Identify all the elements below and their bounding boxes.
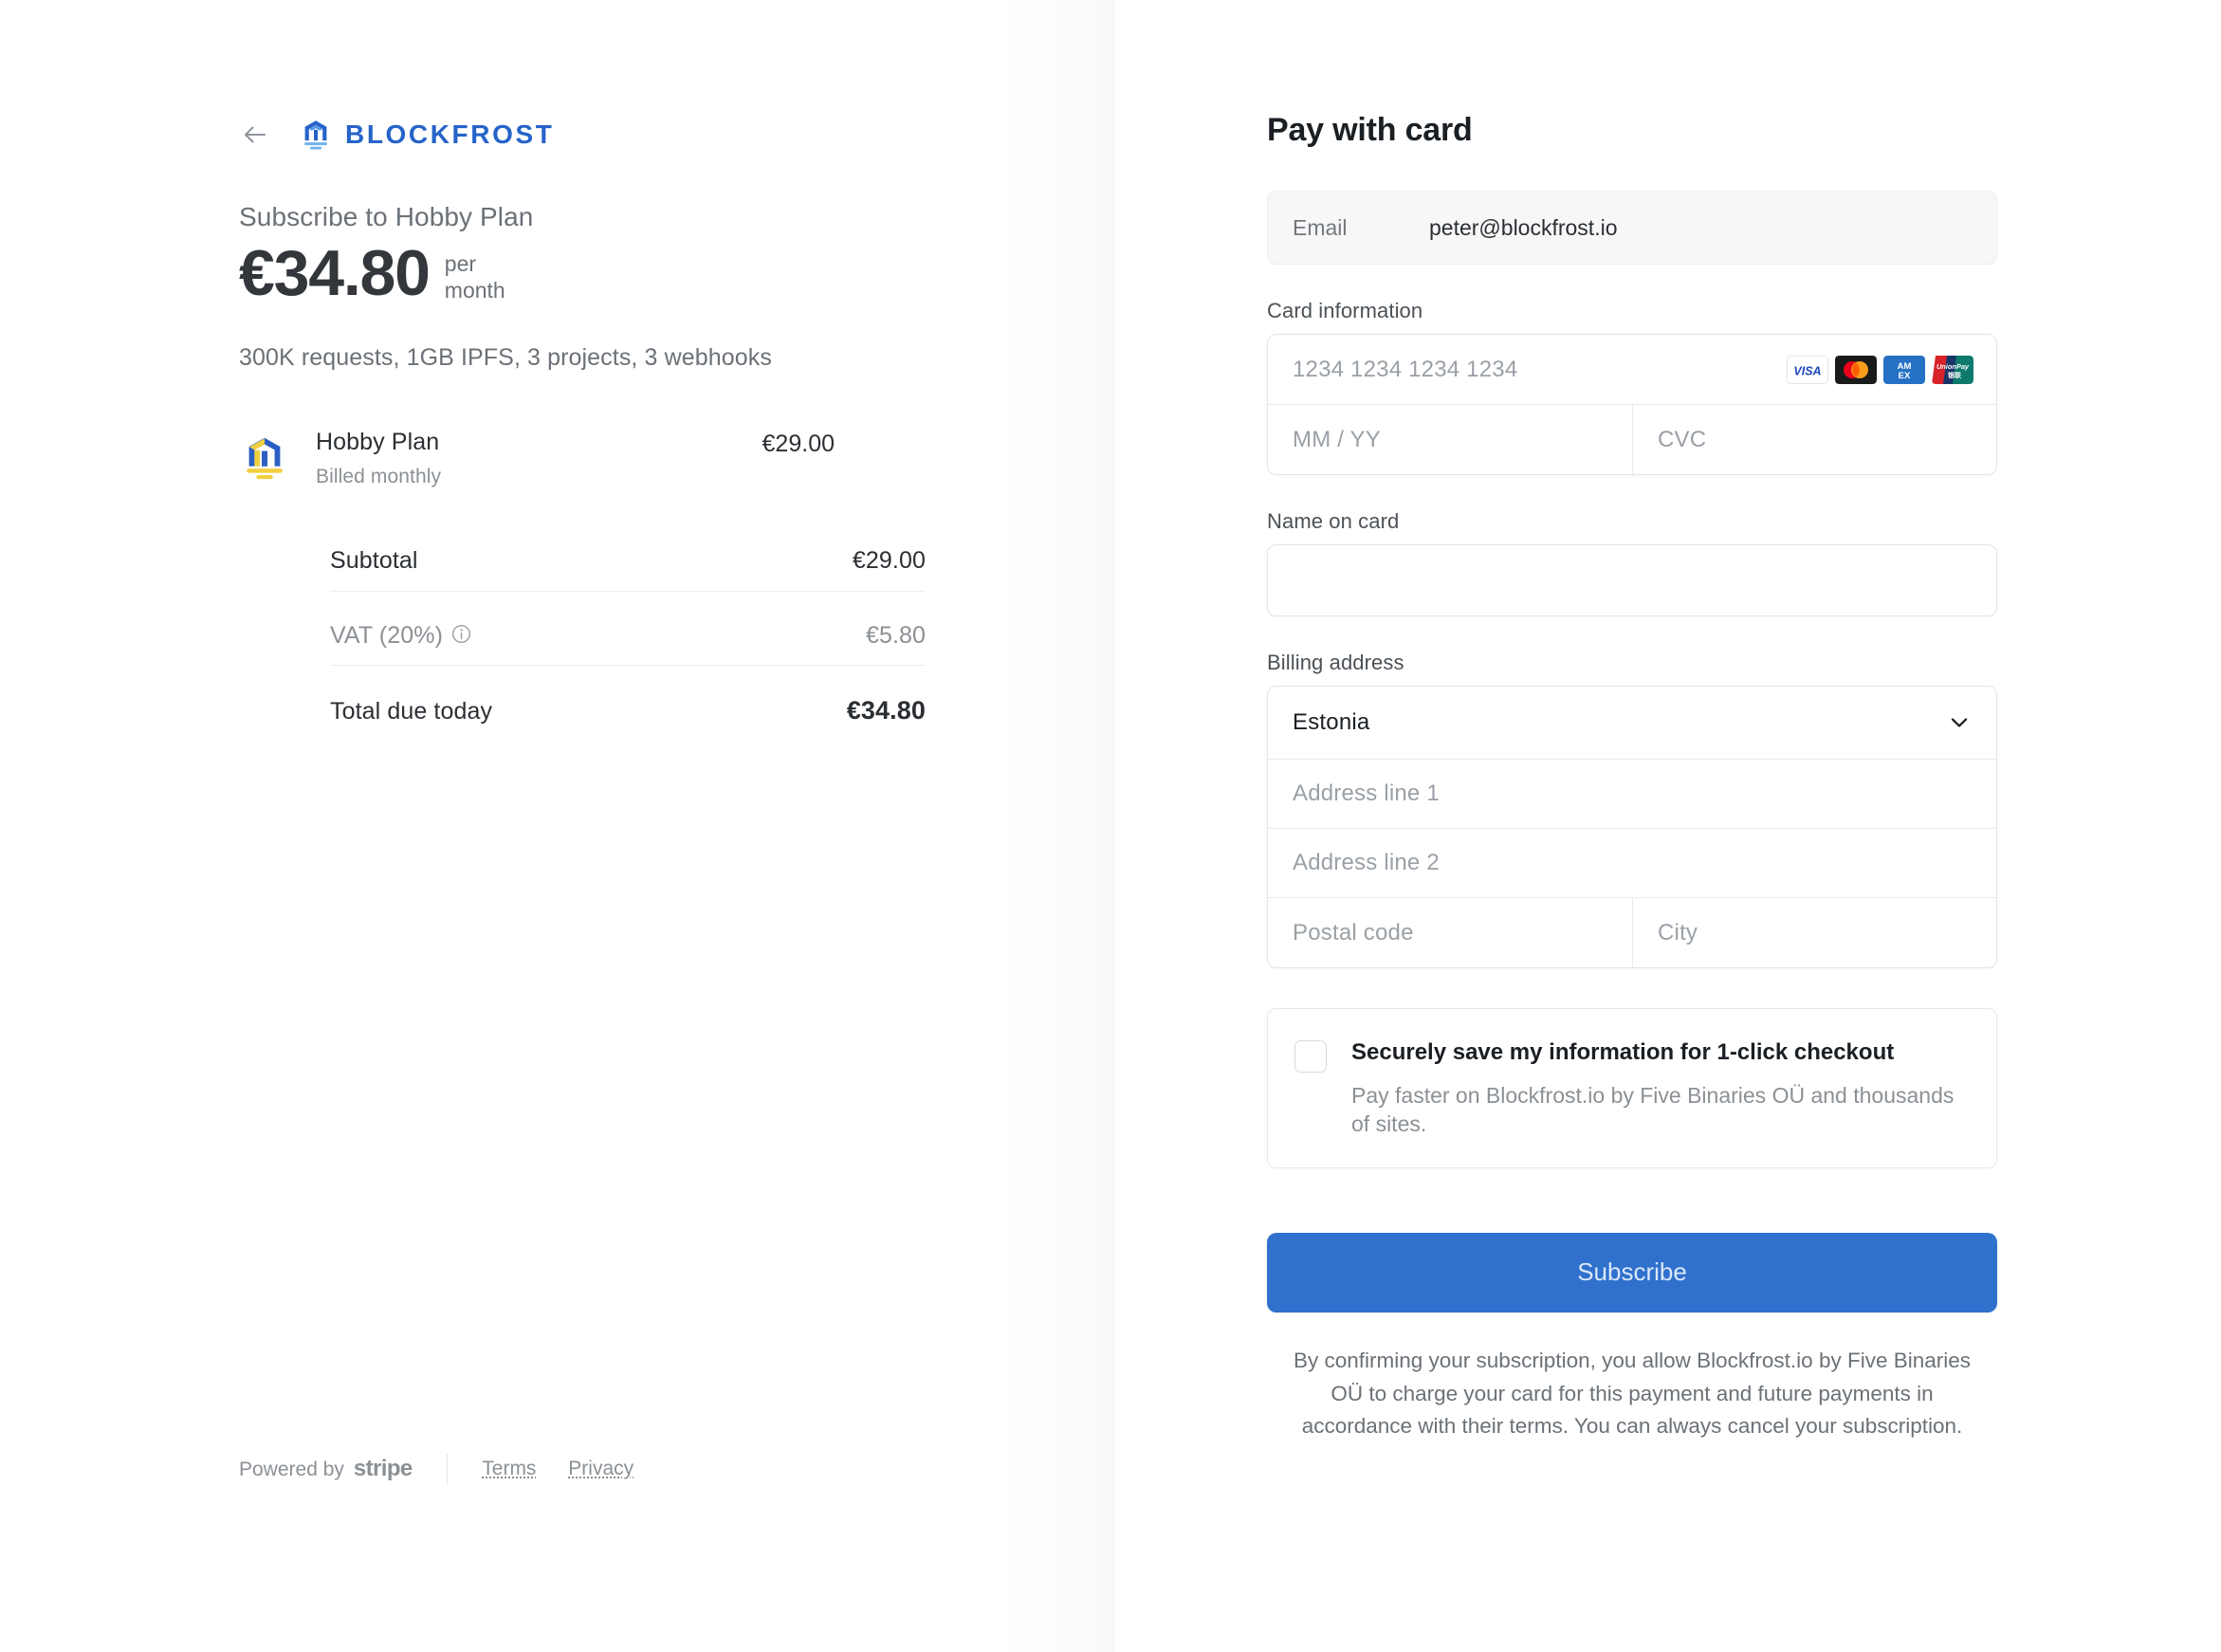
price-block: €34.80 per month: [239, 240, 960, 307]
arrow-left-icon[interactable]: [239, 119, 271, 151]
footer: Powered by stripe Terms Privacy: [239, 1454, 633, 1484]
vat-label: VAT (20%): [330, 622, 472, 652]
page-title: Subscribe to Hobby Plan: [239, 202, 960, 232]
address-line-1-input[interactable]: Address line 1: [1268, 759, 1996, 828]
amex-icon: AM EX: [1883, 356, 1925, 384]
card-cvc-placeholder: CVC: [1658, 427, 1706, 453]
save-information-subtitle: Pay faster on Blockfrost.io by Five Bina…: [1351, 1081, 1958, 1139]
unionpay-icon: UnionPay 银联: [1932, 356, 1973, 384]
powered-by-stripe[interactable]: Powered by stripe: [239, 1456, 413, 1482]
name-on-card-label: Name on card: [1267, 509, 1997, 534]
price-period: per month: [445, 250, 530, 304]
payment-form-panel: Pay with card Email peter@blockfrost.io …: [1115, 0, 2221, 1652]
email-row[interactable]: Email peter@blockfrost.io: [1267, 191, 1997, 265]
card-expiry-placeholder: MM / YY: [1293, 427, 1381, 453]
card-expiry-input[interactable]: MM / YY: [1268, 405, 1632, 474]
line-item-amount: €29.00: [762, 431, 835, 458]
line-item-sub: Billed monthly: [316, 466, 762, 488]
vat-row: VAT (20%) €5.80: [330, 591, 926, 665]
line-item-name: Hobby Plan: [316, 429, 762, 456]
svg-text:VISA: VISA: [1793, 364, 1821, 377]
info-icon[interactable]: [450, 623, 472, 652]
checkout-page: BLOCKFROST Subscribe to Hobby Plan €34.8…: [0, 0, 2221, 1652]
postal-code-input[interactable]: Postal code: [1268, 898, 1632, 967]
card-information-label: Card information: [1267, 299, 1997, 323]
legal-disclaimer: By confirming your subscription, you all…: [1267, 1345, 1997, 1444]
divider: [447, 1454, 449, 1484]
hobby-plan-icon: [239, 432, 290, 484]
postal-city-row: Postal code City: [1268, 897, 1996, 967]
address-line-2-placeholder: Address line 2: [1293, 850, 1440, 876]
svg-text:UnionPay: UnionPay: [1936, 362, 1970, 371]
save-information-box[interactable]: Securely save my information for 1-click…: [1267, 1008, 1997, 1168]
blockfrost-logo-icon: [298, 117, 334, 153]
price-amount: €34.80: [239, 240, 430, 307]
subtotal-label: Subtotal: [330, 547, 418, 575]
order-summary-panel: BLOCKFROST Subscribe to Hobby Plan €34.8…: [0, 0, 1115, 1652]
vat-label-text: VAT (20%): [330, 622, 443, 649]
brand-header: BLOCKFROST: [239, 116, 960, 154]
card-cvc-input[interactable]: CVC: [1632, 405, 1996, 474]
total-row: Total due today €34.80: [330, 665, 926, 739]
save-information-title: Securely save my information for 1-click…: [1351, 1037, 1939, 1068]
powered-by-label: Powered by: [239, 1459, 344, 1481]
line-items: Hobby Plan Billed monthly €29.00: [239, 429, 835, 488]
chevron-down-icon: [1947, 710, 1972, 735]
mastercard-icon: [1835, 356, 1877, 384]
email-label: Email: [1293, 215, 1429, 241]
list-item: Hobby Plan Billed monthly €29.00: [239, 429, 835, 488]
card-information-group: 1234 1234 1234 1234 VISA: [1267, 334, 1997, 475]
card-number-placeholder: 1234 1234 1234 1234: [1293, 357, 1517, 383]
email-value: peter@blockfrost.io: [1429, 215, 1618, 241]
privacy-link[interactable]: Privacy: [568, 1458, 633, 1479]
billing-address-group: Estonia Address line 1 Address line 2 Po…: [1267, 686, 1997, 968]
footer-links: Terms Privacy: [482, 1458, 633, 1480]
visa-icon: VISA: [1787, 356, 1828, 384]
card-brand-icons: VISA AM EX: [1787, 356, 1973, 384]
plan-features: 300K requests, 1GB IPFS, 3 projects, 3 w…: [239, 344, 960, 372]
total-value: €34.80: [847, 696, 926, 725]
vat-value: €5.80: [866, 622, 926, 650]
postal-code-placeholder: Postal code: [1293, 920, 1414, 946]
terms-link[interactable]: Terms: [482, 1458, 536, 1479]
card-number-input[interactable]: 1234 1234 1234 1234 VISA: [1268, 335, 1996, 404]
name-on-card-input[interactable]: [1267, 544, 1997, 616]
total-label: Total due today: [330, 698, 492, 725]
country-select[interactable]: Estonia: [1268, 687, 1996, 759]
address-line-2-input[interactable]: Address line 2: [1268, 828, 1996, 897]
city-placeholder: City: [1658, 920, 1698, 946]
svg-text:EX: EX: [1899, 371, 1911, 381]
card-expiry-cvc-row: MM / YY CVC: [1268, 404, 1996, 474]
svg-text:银联: 银联: [1948, 371, 1962, 379]
brand-logo[interactable]: BLOCKFROST: [298, 117, 554, 153]
address-line-1-placeholder: Address line 1: [1293, 780, 1440, 807]
subtotal-row: Subtotal €29.00: [330, 547, 926, 591]
billing-address-label: Billing address: [1267, 651, 1997, 675]
save-information-checkbox[interactable]: [1294, 1040, 1327, 1073]
brand-name: BLOCKFROST: [345, 119, 554, 150]
totals: Subtotal €29.00 VAT (20%) €5.80 Total du…: [330, 547, 926, 739]
subtotal-value: €29.00: [853, 547, 926, 575]
pay-with-card-title: Pay with card: [1267, 112, 1997, 149]
country-value: Estonia: [1293, 709, 1369, 736]
subscribe-button[interactable]: Subscribe: [1267, 1233, 1997, 1312]
city-input[interactable]: City: [1632, 898, 1996, 967]
stripe-wordmark: stripe: [354, 1456, 413, 1482]
